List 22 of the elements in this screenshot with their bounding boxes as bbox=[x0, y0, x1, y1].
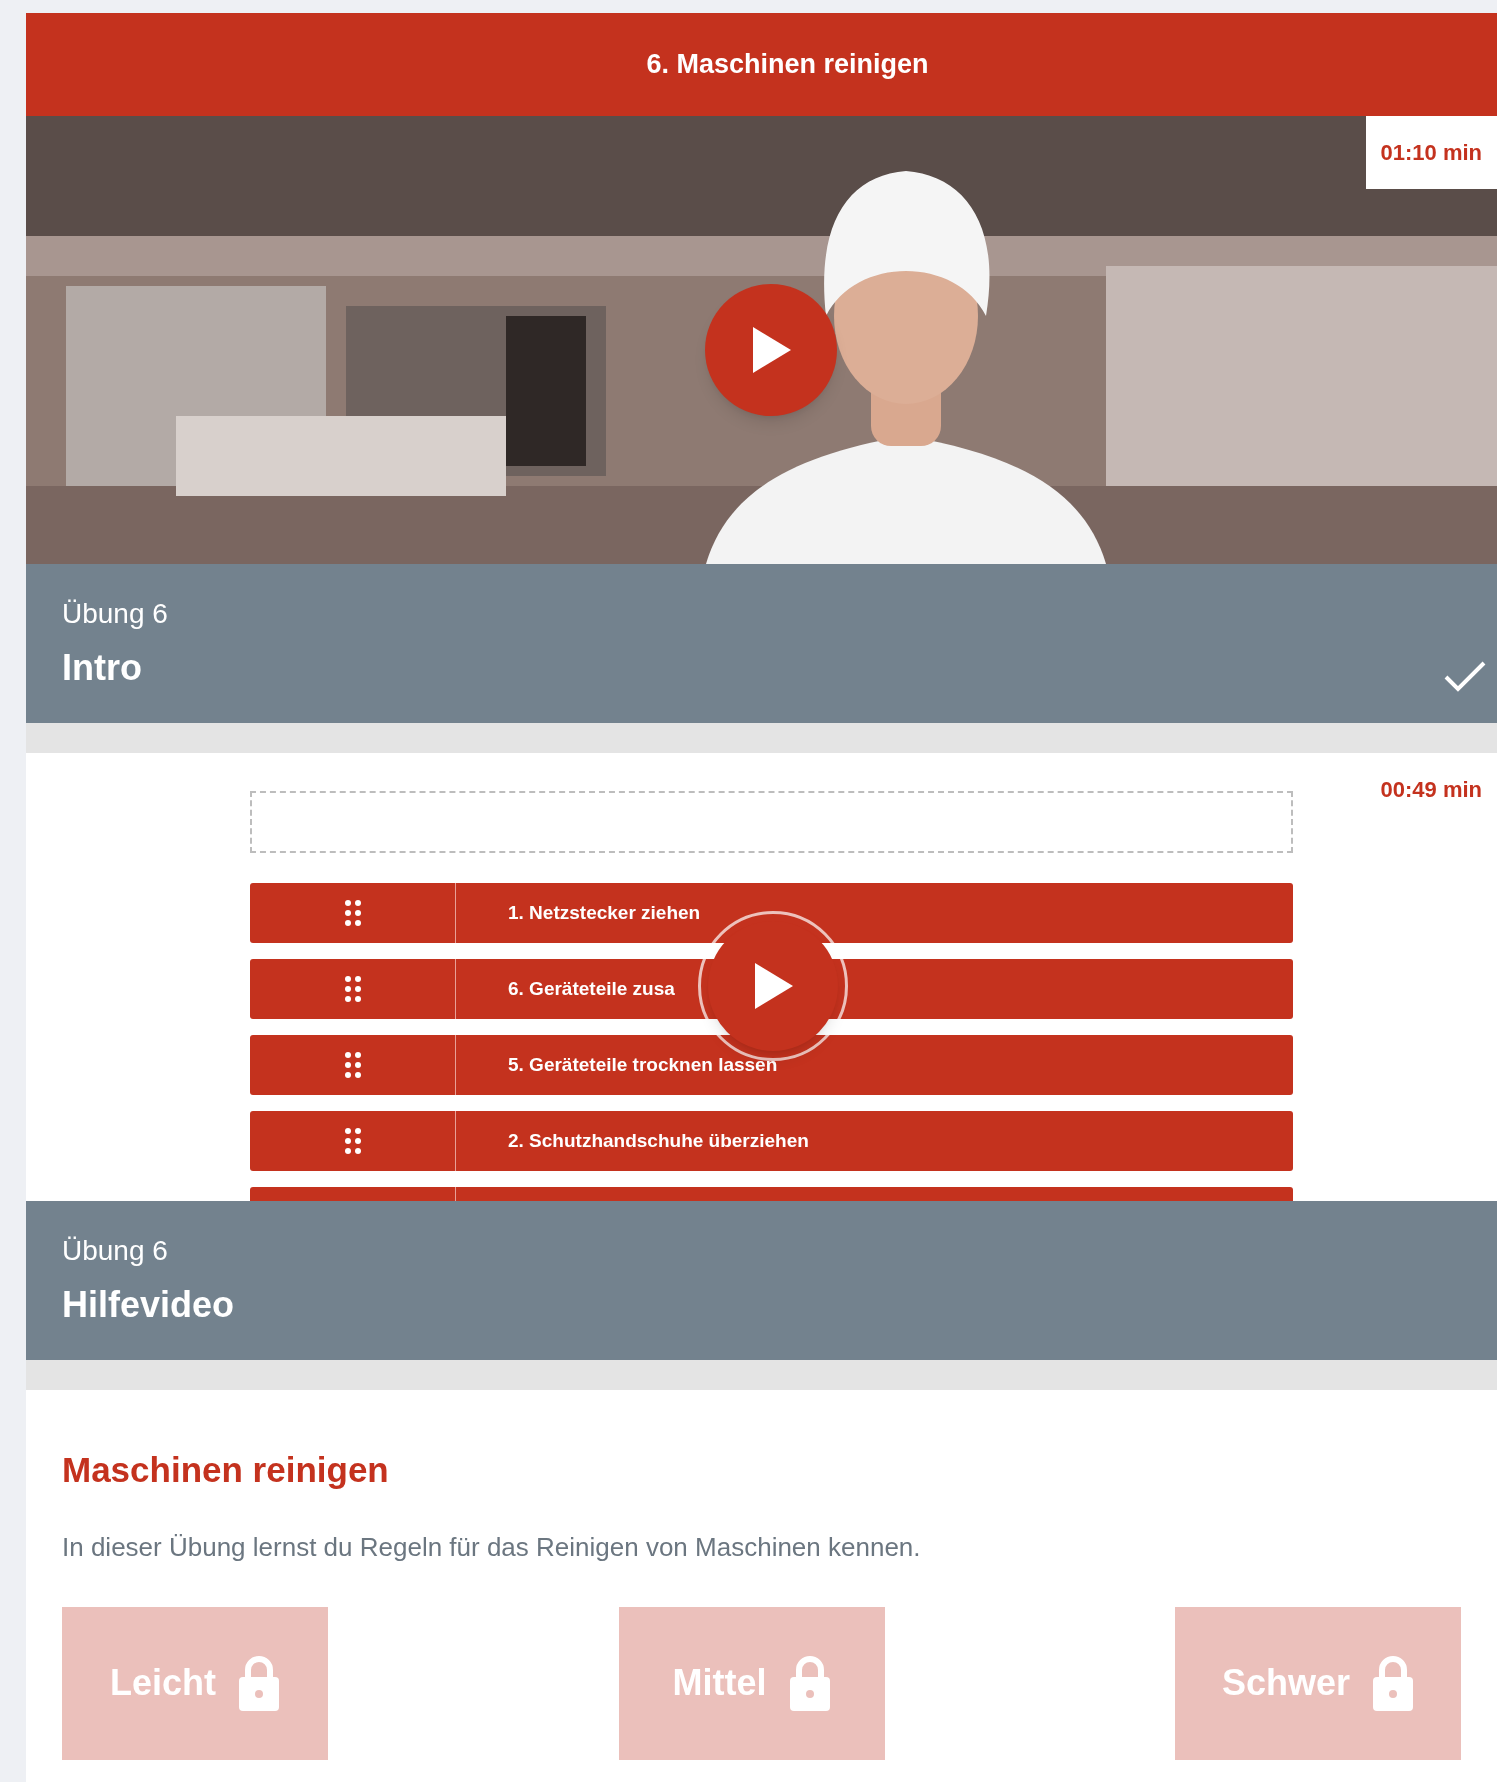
video-title: Intro bbox=[62, 645, 143, 690]
drag-handle-icon[interactable] bbox=[344, 1128, 361, 1154]
item-label: 5. Geräteteile trocknen lassen bbox=[508, 1052, 778, 1077]
lock-icon bbox=[788, 1655, 831, 1712]
exercise-label: Übung 6 bbox=[62, 1233, 169, 1268]
video-duration: 01:10 min bbox=[1365, 116, 1497, 189]
item-label: 6. Geräteteile zusa bbox=[508, 976, 675, 1001]
video-title: Hilfevideo bbox=[62, 1282, 236, 1327]
drag-handle-icon[interactable] bbox=[344, 976, 361, 1002]
lock-icon bbox=[238, 1655, 280, 1712]
section-description: In dieser Übung lernst du Regeln für das Reinigen von Maschinen kennen. bbox=[62, 1530, 922, 1564]
item-label: 2. Schutzhandschuhe überziehen bbox=[508, 1128, 809, 1153]
drag-handle-icon[interactable] bbox=[344, 1052, 361, 1078]
page-title: 6. Maschinen reinigen bbox=[646, 48, 929, 82]
exercise-label: Übung 6 bbox=[62, 596, 169, 631]
sortable-item[interactable]: 1. Netzstecker ziehen bbox=[250, 883, 1293, 943]
drag-handle-icon[interactable] bbox=[344, 900, 361, 926]
sortable-item[interactable]: 2. Schutzhandschuhe überziehen bbox=[250, 1111, 1293, 1171]
lock-icon bbox=[1372, 1655, 1415, 1712]
sortable-item[interactable]: 5. Geräteteile trocknen lassen bbox=[250, 1035, 1293, 1095]
section-title: Maschinen reinigen bbox=[62, 1449, 390, 1491]
item-label: 1. Netzstecker ziehen bbox=[508, 900, 701, 925]
